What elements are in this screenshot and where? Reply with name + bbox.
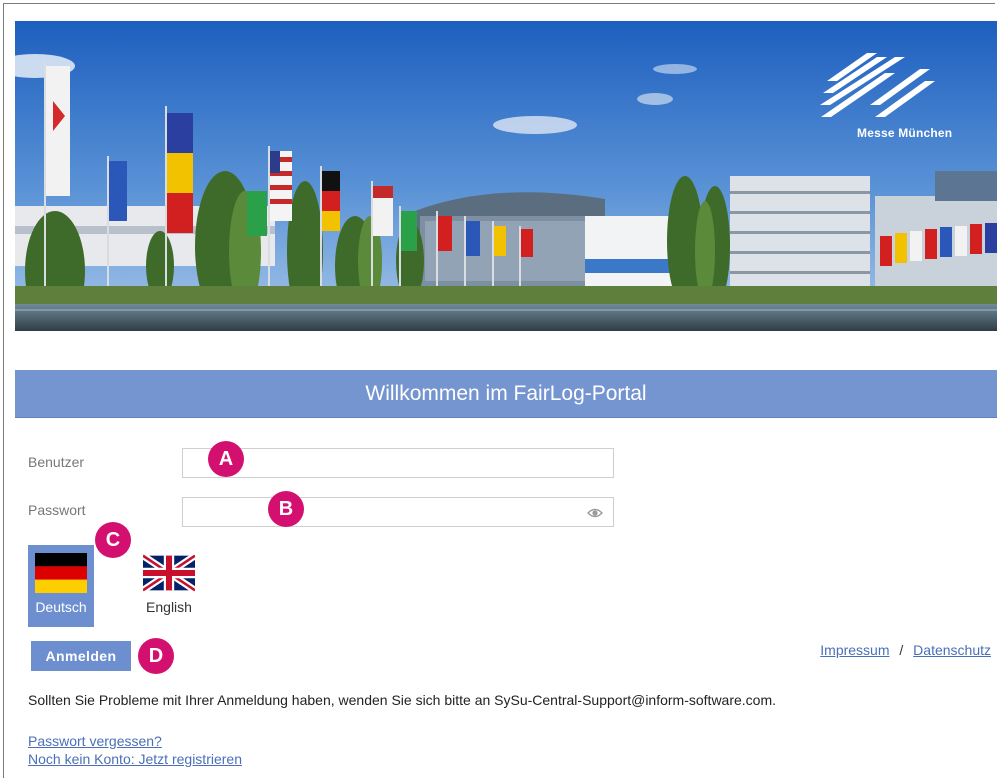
language-label-deutsch: Deutsch xyxy=(35,599,87,615)
login-button[interactable]: Anmelden xyxy=(31,641,131,671)
support-help-text: Sollten Sie Probleme mit Ihrer Anmeldung… xyxy=(28,692,777,708)
legal-link-separator: / xyxy=(899,642,904,658)
forgot-password-link[interactable]: Passwort vergessen? xyxy=(28,733,162,749)
username-input[interactable] xyxy=(189,450,593,478)
language-option-deutsch[interactable]: Deutsch xyxy=(28,545,94,627)
annotation-marker-b: B xyxy=(268,491,304,527)
impressum-link[interactable]: Impressum xyxy=(820,642,889,658)
germany-flag-icon xyxy=(35,553,87,593)
uk-flag-icon xyxy=(143,553,195,593)
register-link[interactable]: Noch kein Konto: Jetzt registrieren xyxy=(28,751,242,767)
language-label-english: English xyxy=(146,599,192,615)
password-label: Passwort xyxy=(28,502,86,518)
username-label: Benutzer xyxy=(28,454,85,470)
welcome-title: Willkommen im FairLog-Portal xyxy=(15,370,997,418)
header-photo: Messe München xyxy=(15,21,997,331)
datenschutz-link[interactable]: Datenschutz xyxy=(913,642,991,658)
annotation-marker-a: A xyxy=(208,441,244,477)
annotation-marker-d: D xyxy=(138,638,174,674)
username-field-wrapper xyxy=(182,448,614,478)
legal-links: Impressum / Datenschutz xyxy=(820,642,991,658)
annotation-marker-c: C xyxy=(95,522,131,558)
password-field-wrapper xyxy=(182,497,614,527)
brand-logo-text: Messe München xyxy=(857,126,953,140)
language-option-english[interactable]: English xyxy=(136,545,202,627)
show-password-eye-icon[interactable] xyxy=(587,506,603,524)
password-input[interactable] xyxy=(189,499,593,527)
